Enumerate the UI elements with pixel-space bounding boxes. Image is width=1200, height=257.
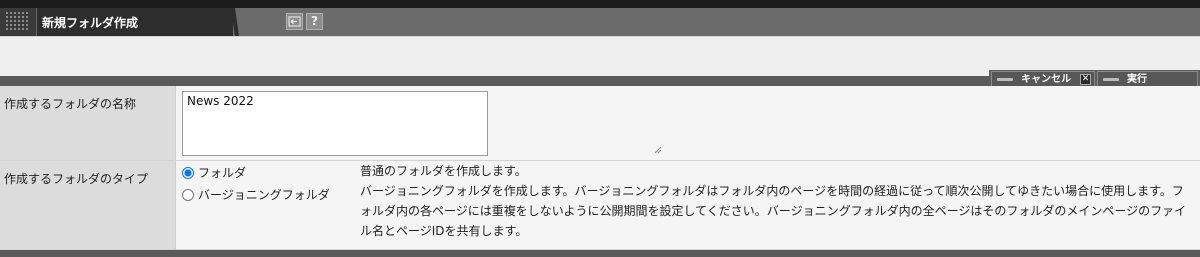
bottom-bar [0,250,1200,257]
execute-label: 実行 [1127,74,1147,85]
help-button[interactable]: ? [306,13,323,30]
button-dash-icon [1103,78,1119,81]
app-grid-icon[interactable] [0,8,36,36]
top-strip [0,0,1200,8]
versioning-folder-radio[interactable] [182,188,194,201]
option-folder[interactable]: フォルダ [182,164,246,181]
back-arrow-icon [288,16,301,27]
option-folder-label: フォルダ [198,166,247,180]
folder-radio[interactable] [182,166,194,179]
type-field-cell: フォルダ 普通のフォルダを作成します。 バージョニングフォルダ バージョニングフ… [176,161,1200,249]
type-label: 作成するフォルダのタイプ [0,161,176,249]
option-versioning-description: バージョニングフォルダを作成します。バージョニングフォルダはフォルダ内のページを… [360,184,1187,238]
title-bar: 新規フォルダ作成 ? [0,8,1200,39]
close-icon: ✕ [1080,74,1091,85]
name-row: 作成するフォルダの名称 News 2022 [0,86,1200,161]
option-versioning-label: バージョニングフォルダ [198,188,330,202]
folder-form: 作成するフォルダの名称 News 2022 作成するフォルダのタイプ フォルダ … [0,86,1200,250]
option-versioning-folder[interactable]: バージョニングフォルダ [182,186,330,203]
cancel-label: キャンセル [1021,74,1071,85]
type-row: 作成するフォルダのタイプ フォルダ 普通のフォルダを作成します。 バージョニング… [0,161,1200,250]
name-label: 作成するフォルダの名称 [0,86,176,160]
back-button[interactable] [286,13,303,30]
title-tab: 新規フォルダ作成 [37,8,233,36]
help-icon: ? [311,14,318,28]
button-dash-icon [997,78,1013,81]
option-folder-description: 普通のフォルダを作成します。 [360,164,527,178]
window-title: 新規フォルダ作成 [42,16,139,30]
folder-name-input[interactable]: News 2022 [182,91,488,156]
name-field-cell: News 2022 [176,86,1200,160]
resize-grip-icon[interactable] [654,146,662,154]
